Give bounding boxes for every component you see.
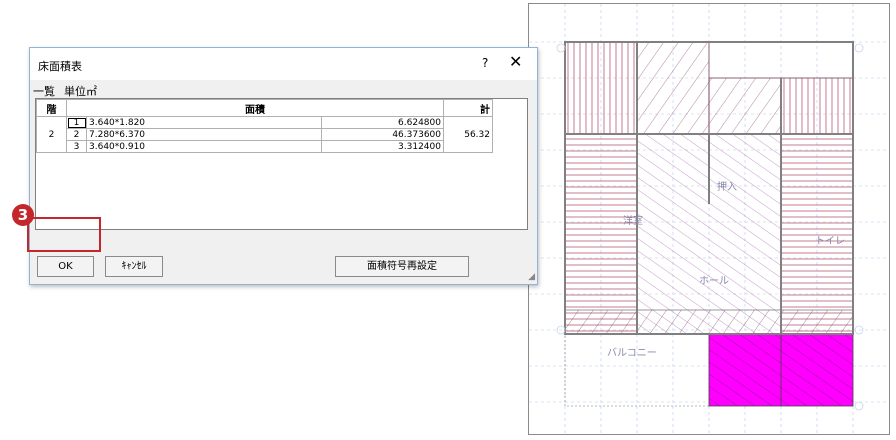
dimension-cell[interactable]: 3.640*1.820 [86,116,322,129]
dimension-cell[interactable]: 3.640*0.910 [86,140,322,153]
table-row[interactable]: 2 1 3.640*1.820 6.624800 56.32 [36,116,493,153]
close-button[interactable]: ✕ [509,52,522,71]
table-row[interactable]: 3 3.640*0.910 3.312400 [37,140,493,153]
dimension-cell[interactable]: 7.280*6.370 [86,128,322,141]
unit-label: 単位㎡ [64,85,97,98]
ok-button-highlight [27,217,101,252]
list-label: 一覧 [33,85,55,98]
table-header-row: 階 面積 計 [36,99,493,117]
row-number-cell[interactable]: 2 [66,128,87,141]
floor-area-table-dialog: 床面積表 ? ✕ 一覧 単位㎡ 階 面積 計 2 1 3.640*1.820 6… [29,47,538,285]
area-cell: 46.373600 [321,128,444,141]
label-toilet: トイレ [815,236,845,247]
table-row[interactable]: 2 7.280*6.370 46.373600 [37,128,493,141]
floor-plan-drawing: 押入 洋室 ホール バルコニー トイレ [529,4,889,434]
resize-grip-icon[interactable]: ◢ [528,272,535,282]
floor-cell: 2 [36,116,67,153]
area-cell: 6.624800 [321,116,444,129]
area-table-grid: 階 面積 計 2 1 3.640*1.820 6.624800 56.32 2 … [36,99,493,153]
header-area: 面積 [66,99,444,117]
label-hall: ホール [699,275,729,287]
ok-button[interactable]: OK [37,256,94,277]
label-balcony: バルコニー [607,347,657,359]
dialog-body: 一覧 単位㎡ 階 面積 計 2 1 3.640*1.820 6.624800 5… [30,80,537,284]
row-number-cell[interactable]: 3 [66,140,87,153]
header-floor: 階 [36,99,67,117]
area-cell: 3.312400 [321,140,444,153]
row-number-cell[interactable]: 1 [66,116,87,129]
help-button[interactable]: ? [482,56,488,70]
total-cell: 56.32 [443,116,493,153]
header-total: 計 [443,99,493,117]
area-table[interactable]: 階 面積 計 2 1 3.640*1.820 6.624800 56.32 2 … [35,98,528,230]
cancel-button[interactable]: ｷｬﾝｾﾙ [105,256,163,277]
floor-plan-canvas[interactable]: 押入 洋室 ホール バルコニー トイレ [528,3,890,435]
label-youshitsu: 洋室 [623,214,643,227]
label-oshiire: 押入 [717,180,737,193]
step-badge: 3 [12,204,34,226]
reset-area-symbols-button[interactable]: 面積符号再設定 [335,256,469,277]
dialog-title: 床面積表 [38,60,82,73]
